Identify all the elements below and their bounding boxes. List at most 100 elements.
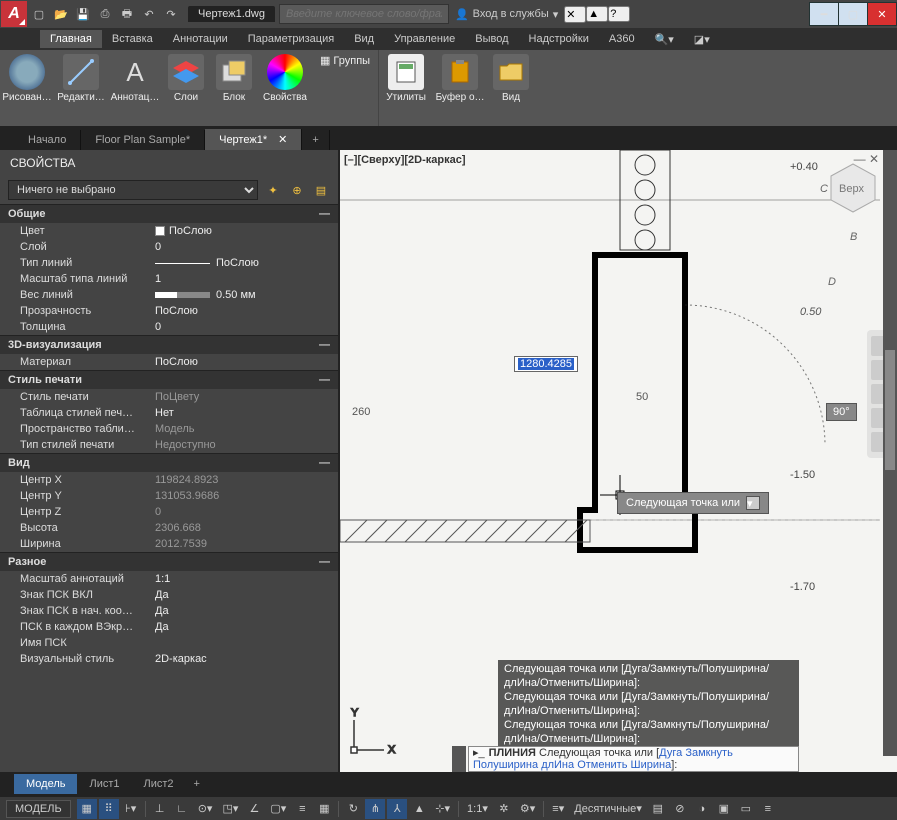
property-row[interactable]: Слой0 [0,239,338,255]
canvas-scrollbar[interactable] [883,150,897,756]
status-infer-icon[interactable]: ⊦▾ [121,799,141,819]
collapse-icon[interactable]: — [319,339,330,351]
status-units[interactable]: Десятичные▾ [570,799,646,819]
status-trans-icon[interactable]: ▦ [314,799,334,819]
property-value[interactable]: 2012.7539 [155,538,338,550]
property-value[interactable] [155,637,338,649]
ribbon-utilities[interactable]: Утилиты [379,50,433,124]
section-head[interactable]: Стиль печати— [0,370,338,389]
status-osnap-icon[interactable]: ∠ [244,799,264,819]
file-tab-start[interactable]: Начало [14,130,81,150]
status-quickprops-icon[interactable]: ▤ [648,799,668,819]
section-head[interactable]: Разное— [0,552,338,571]
file-tab-drawing1[interactable]: Чертеж1* ✕ [205,129,302,150]
property-value[interactable]: 0 [155,506,338,518]
property-value[interactable]: Недоступно [155,439,338,451]
tab-manage[interactable]: Управление [384,30,465,48]
status-lockui-icon[interactable]: ⊘ [670,799,690,819]
status-hardware-icon[interactable]: ▣ [714,799,734,819]
property-row[interactable]: Ширина2012.7539 [0,536,338,552]
close-icon[interactable]: ✕ [278,134,287,146]
layout-tab-model[interactable]: Модель [14,774,77,794]
status-cleanscreen-icon[interactable]: ▭ [736,799,756,819]
ribbon-groups[interactable]: ▦ Группы [316,52,374,69]
property-value[interactable]: 119824.8923 [155,474,338,486]
quick-select-icon[interactable]: ▤ [312,181,330,199]
status-ducs-icon[interactable]: ⅄ [387,799,407,819]
qat-undo-icon[interactable]: ↶ [138,3,160,25]
app-logo[interactable]: A [1,1,27,27]
property-value[interactable]: ПоЦвету [155,391,338,403]
property-value[interactable]: 0 [155,241,338,253]
toggle-pickadd-icon[interactable]: ✦ [264,181,282,199]
tooltip-options-icon[interactable]: ▾ [746,496,760,510]
cmd-opt[interactable]: Ширина [631,759,672,771]
signin-link[interactable]: 👤 Вход в службы ▾ [455,8,558,21]
tab-featured[interactable]: 🔍▾ [645,30,684,49]
property-value[interactable]: 1:1 [155,573,338,585]
cmd-opt[interactable]: Отменить [577,759,627,771]
ribbon-clipboard[interactable]: Буфер о… [433,50,487,124]
status-otrack-icon[interactable]: ▢▾ [266,799,290,819]
property-row[interactable]: Визуальный стиль2D-каркас [0,651,338,667]
collapse-icon[interactable]: — [319,208,330,220]
property-value[interactable]: Да [155,589,338,601]
ribbon-properties[interactable]: Свойства [258,50,312,124]
cmd-opt[interactable]: Полуширина [473,759,538,771]
property-row[interactable]: Таблица стилей печ…Нет [0,405,338,421]
property-value[interactable]: 131053.9686 [155,490,338,502]
ribbon-block[interactable]: Блок [210,50,258,124]
status-anno-auto-icon[interactable]: ⚙▾ [516,799,539,819]
tab-annotate[interactable]: Аннотации [163,30,238,48]
status-lweight-icon[interactable]: ≡ [292,799,312,819]
select-objects-icon[interactable]: ⊕ [288,181,306,199]
cmd-opt[interactable]: длИна [541,759,574,771]
qat-saveas-icon[interactable]: ⎙ [94,3,116,25]
status-anno-scale[interactable]: 1:1▾ [463,799,492,819]
ribbon-modify[interactable]: Редакти… [54,50,108,124]
property-row[interactable]: Масштаб типа линий1 [0,271,338,287]
status-snap-icon[interactable]: ⠿ [99,799,119,819]
status-sel-filter-icon[interactable]: ▲ [409,799,429,819]
property-row[interactable]: Имя ПСК [0,635,338,651]
status-3dosnap-icon[interactable]: ⋔ [365,799,385,819]
command-panel-handle[interactable] [452,746,466,772]
status-customize-icon[interactable]: ≡ [758,799,778,819]
status-polar-icon[interactable]: ⊙▾ [194,799,217,819]
tab-output[interactable]: Вывод [465,30,518,48]
property-row[interactable]: ПрозрачностьПоСлою [0,303,338,319]
property-row[interactable]: Знак ПСК ВКЛДа [0,587,338,603]
collapse-icon[interactable]: — [319,374,330,386]
ribbon-view[interactable]: Вид [487,50,535,124]
status-isolate-icon[interactable]: ◑ [692,799,712,819]
status-space[interactable]: МОДЕЛЬ [6,800,71,818]
help-icon[interactable]: ? [608,6,630,22]
property-row[interactable]: Знак ПСК в нач. коо…Да [0,603,338,619]
property-value[interactable]: 0.50 мм [155,289,338,301]
qat-new-icon[interactable]: ▢ [28,3,50,25]
status-cycling-icon[interactable]: ↻ [343,799,363,819]
property-value[interactable]: ПоСлою [155,257,338,269]
property-row[interactable]: Вес линий0.50 мм [0,287,338,303]
status-grid-icon[interactable]: ▦ [77,799,97,819]
close-button[interactable]: ✕ [867,2,897,26]
property-row[interactable]: ЦветПоСлою [0,223,338,239]
help-search-input[interactable] [279,4,449,24]
property-row[interactable]: Стиль печатиПоЦвету [0,389,338,405]
layout-tab-add[interactable]: + [186,774,208,794]
property-row[interactable]: Пространство табли…Модель [0,421,338,437]
exchange-icon[interactable]: ✕ [564,6,586,23]
drawing-canvas[interactable]: [–][Сверху][2D-каркас] — ✕ 260 50 +0.40 … [340,150,897,772]
layout-tab-1[interactable]: Лист1 [77,774,131,794]
property-row[interactable]: Масштаб аннотаций1:1 [0,571,338,587]
cmd-opt[interactable]: Замкнуть [685,747,732,759]
qat-redo-icon[interactable]: ↷ [160,3,182,25]
property-row[interactable]: Толщина0 [0,319,338,335]
tab-home[interactable]: Главная [40,30,102,48]
status-gizmo-icon[interactable]: ⊹▾ [431,799,454,819]
ribbon-layers[interactable]: Слои [162,50,210,124]
property-value[interactable]: Модель [155,423,338,435]
property-value[interactable]: 0 [155,321,338,333]
qat-open-icon[interactable]: 📂 [50,3,72,25]
property-row[interactable]: Высота2306.668 [0,520,338,536]
